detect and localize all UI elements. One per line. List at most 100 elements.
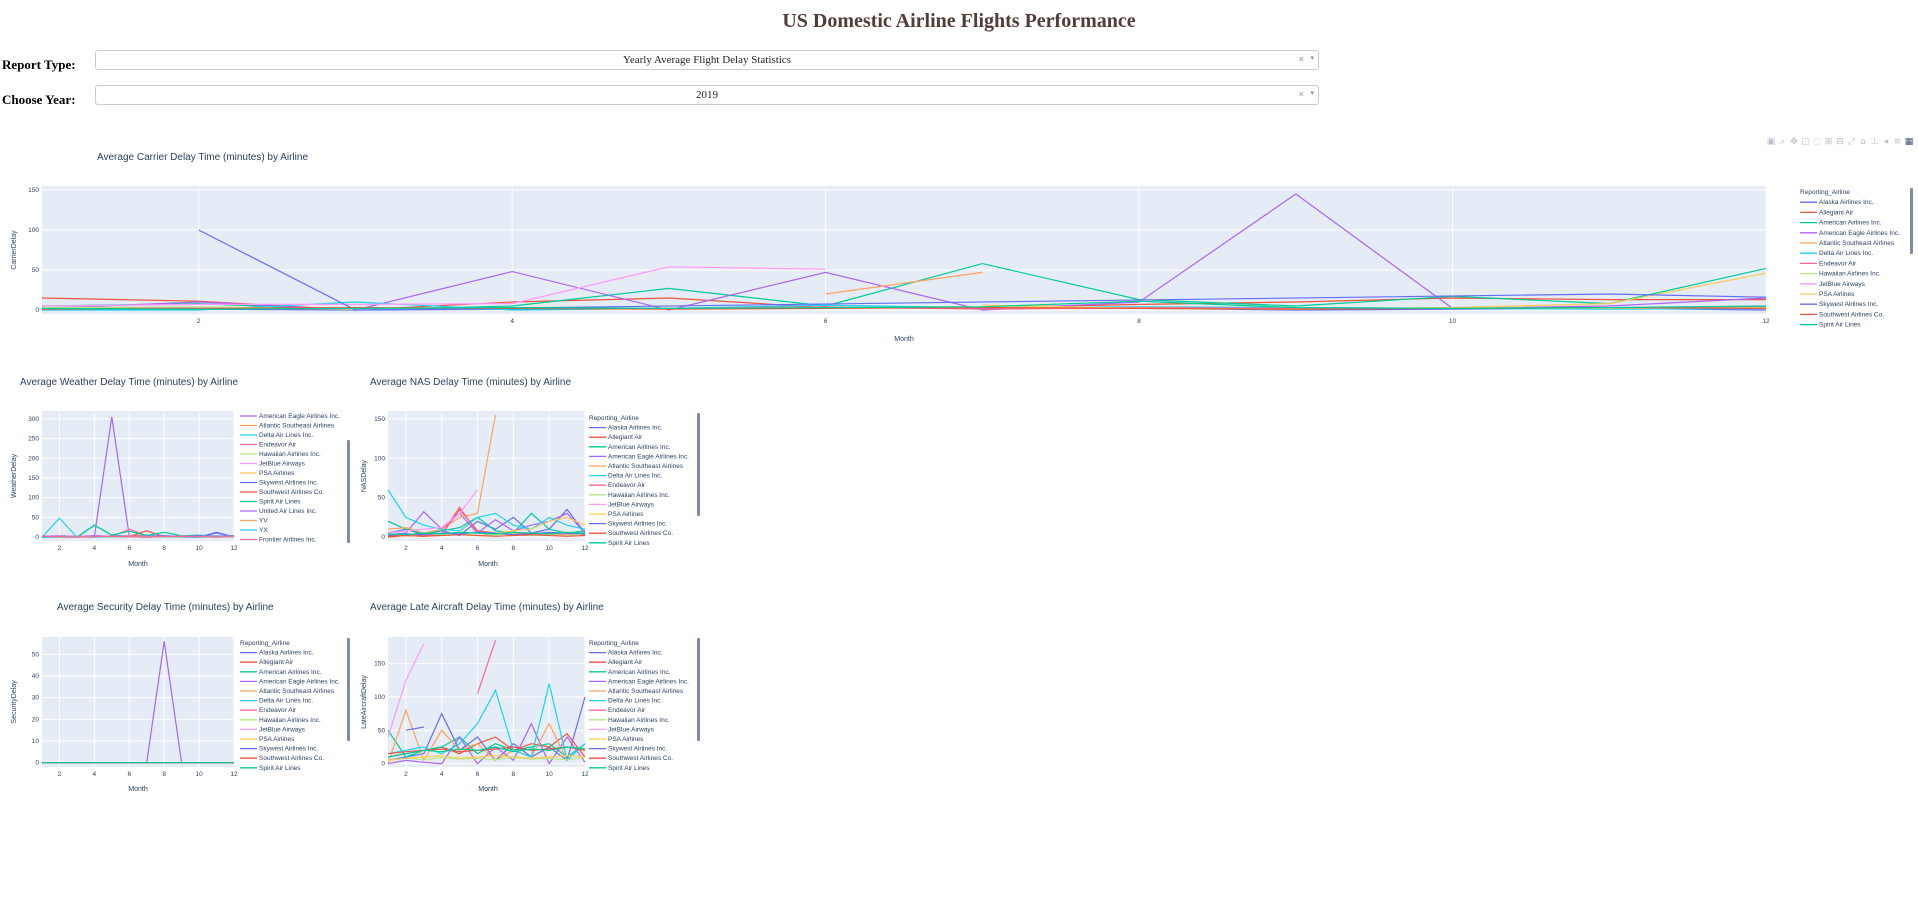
- series-line[interactable]: [41, 530, 235, 538]
- legend-item[interactable]: American Eagle Airlines Inc.: [259, 413, 340, 420]
- series-line[interactable]: [387, 757, 586, 761]
- series-line[interactable]: [41, 266, 826, 307]
- legend-item[interactable]: Southwest Airlines Co.: [259, 755, 324, 762]
- series-line[interactable]: [387, 489, 586, 532]
- series-line[interactable]: [476, 640, 497, 694]
- legend-item[interactable]: PSA Airlines: [259, 736, 295, 743]
- legend-item[interactable]: JetBlue Airways: [608, 501, 655, 508]
- legend-item[interactable]: Spirit Air Lines: [259, 765, 301, 772]
- legend-scrollbar[interactable]: [347, 440, 350, 543]
- series-line[interactable]: [41, 534, 235, 538]
- legend-scrollbar[interactable]: [697, 413, 700, 516]
- legend-item[interactable]: Atlantic Southeast Airlines: [259, 423, 335, 430]
- legend-item[interactable]: Allegiant Air: [1819, 209, 1854, 216]
- series-line[interactable]: [387, 708, 586, 764]
- series-line[interactable]: [387, 531, 586, 536]
- zoom-out-icon[interactable]: ⊟: [1835, 136, 1845, 148]
- legend-item[interactable]: Delta Air Lines Inc.: [608, 473, 662, 480]
- legend-item[interactable]: Hawaiian Airlines Inc.: [1819, 271, 1881, 278]
- series-line[interactable]: [41, 306, 1767, 311]
- legend-item[interactable]: American Eagle Airlines Inc.: [608, 453, 689, 460]
- legend-item[interactable]: Allegiant Air: [259, 659, 294, 666]
- legend-item[interactable]: Southwest Airlines Co.: [608, 530, 673, 537]
- series-line[interactable]: [405, 726, 424, 731]
- series-line[interactable]: [41, 193, 1767, 311]
- legend-item[interactable]: Skywest Airlines Inc.: [259, 480, 318, 487]
- legend-item[interactable]: American Airlines Inc.: [608, 669, 671, 676]
- legend-item[interactable]: Skywest Airlines Inc.: [608, 746, 667, 753]
- legend-item[interactable]: Skywest Airlines Inc.: [259, 746, 318, 753]
- legend-item[interactable]: Delta Air Lines Inc.: [259, 432, 313, 439]
- legend-item[interactable]: YX: [259, 527, 268, 534]
- series-line[interactable]: [387, 746, 586, 755]
- clear-icon[interactable]: ×: [1299, 54, 1304, 64]
- legend-item[interactable]: Skywest Airlines Inc.: [608, 521, 667, 528]
- camera-icon[interactable]: ▣: [1766, 136, 1776, 148]
- legend-scrollbar[interactable]: [1910, 188, 1913, 254]
- legend-item[interactable]: American Eagle Airlines Inc.: [608, 678, 689, 685]
- hover-closest-icon[interactable]: ◂: [1881, 136, 1891, 148]
- legend-item[interactable]: Southwest Airlines Co.: [608, 755, 673, 762]
- series-line[interactable]: [387, 414, 497, 534]
- legend-item[interactable]: Skywest Airlines Inc.: [1819, 301, 1878, 308]
- chevron-down-icon[interactable]: ▾: [1310, 89, 1314, 97]
- year-dropdown[interactable]: 2019 × ▾: [95, 85, 1319, 105]
- series-line[interactable]: [387, 534, 586, 537]
- hover-compare-icon[interactable]: ≡: [1893, 136, 1903, 148]
- legend-item[interactable]: Hawaiian Airlines Inc.: [608, 492, 670, 499]
- legend-item[interactable]: Atlantic Southeast Airlines: [608, 463, 684, 470]
- series-line[interactable]: [41, 262, 1767, 311]
- legend-item[interactable]: Endeavor Air: [608, 707, 646, 714]
- series-line[interactable]: [41, 535, 235, 538]
- legend-item[interactable]: PSA Airlines: [608, 736, 644, 743]
- series-line[interactable]: [41, 306, 1767, 310]
- legend-item[interactable]: JetBlue Airways: [259, 726, 306, 733]
- series-line[interactable]: [41, 517, 235, 538]
- series-line[interactable]: [387, 643, 425, 738]
- legend-scrollbar[interactable]: [697, 638, 700, 741]
- series-line[interactable]: [982, 272, 1767, 310]
- legend-item[interactable]: JetBlue Airways: [259, 461, 306, 468]
- series-line[interactable]: [41, 535, 235, 538]
- series-line[interactable]: [42, 416, 235, 538]
- legend-item[interactable]: American Airlines Inc.: [1819, 220, 1882, 227]
- legend-item[interactable]: Hawaiian Airlines Inc.: [259, 717, 321, 724]
- reset-axes-icon[interactable]: ⌂: [1858, 136, 1868, 148]
- series-line[interactable]: [387, 489, 478, 534]
- series-line[interactable]: [387, 508, 586, 538]
- series-line[interactable]: [825, 271, 983, 295]
- series-line[interactable]: [387, 696, 586, 762]
- legend-item[interactable]: Atlantic Southeast Airlines: [1819, 240, 1895, 247]
- legend-item[interactable]: United Air Lines Inc.: [259, 508, 317, 515]
- series-line[interactable]: [387, 510, 586, 536]
- legend-item[interactable]: Spirit Air Lines: [608, 765, 650, 772]
- legend-item[interactable]: Southwest Airlines Co.: [1819, 311, 1884, 318]
- legend-item[interactable]: Allegiant Air: [608, 434, 643, 441]
- series-line[interactable]: [495, 516, 586, 534]
- legend-item[interactable]: YV: [259, 518, 268, 525]
- series-line[interactable]: [41, 306, 1767, 310]
- legend-item[interactable]: PSA Airlines: [259, 470, 295, 477]
- legend-item[interactable]: Endeavor Air: [608, 482, 646, 489]
- zoom-icon[interactable]: ⌕: [1778, 136, 1788, 148]
- chevron-down-icon[interactable]: ▾: [1310, 54, 1314, 62]
- series-line[interactable]: [387, 755, 586, 761]
- autoscale-icon[interactable]: ⤢: [1847, 136, 1857, 148]
- legend-item[interactable]: JetBlue Airways: [1819, 281, 1866, 288]
- legend-item[interactable]: Delta Air Lines Inc.: [608, 698, 662, 705]
- series-line[interactable]: [41, 535, 235, 538]
- series-line[interactable]: [387, 683, 586, 762]
- legend-item[interactable]: Spirit Air Lines: [259, 499, 301, 506]
- series-line[interactable]: [42, 641, 234, 764]
- series-line[interactable]: [387, 532, 586, 537]
- legend-item[interactable]: Endeavor Air: [259, 442, 297, 449]
- series-line[interactable]: [41, 524, 235, 538]
- clear-icon[interactable]: ×: [1299, 89, 1304, 99]
- legend-item[interactable]: Alaska Airlines Inc.: [1819, 199, 1874, 206]
- legend-item[interactable]: Atlantic Southeast Airlines: [259, 688, 335, 695]
- series-line[interactable]: [41, 306, 1767, 310]
- series-line[interactable]: [198, 229, 1767, 311]
- legend-item[interactable]: American Eagle Airlines Inc.: [1819, 230, 1900, 237]
- legend-item[interactable]: Endeavor Air: [259, 707, 297, 714]
- series-line[interactable]: [387, 729, 586, 758]
